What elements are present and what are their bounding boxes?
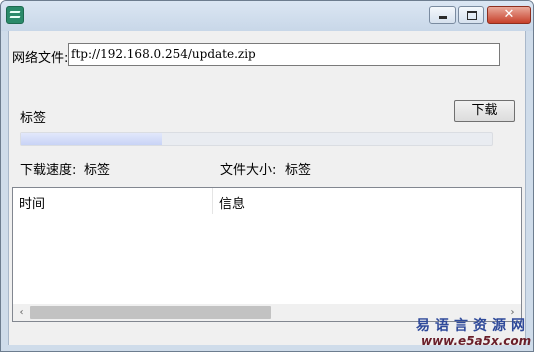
file-label: 网络文件: xyxy=(12,51,69,66)
status-label: 标签 xyxy=(20,111,47,126)
download-button[interactable]: 下载 xyxy=(454,100,515,122)
maximize-button[interactable] xyxy=(458,6,484,24)
log-list[interactable]: 时间 信息 ‹ › xyxy=(12,187,522,322)
maximize-icon xyxy=(467,11,477,20)
url-input[interactable]: ftp://192.168.0.254/update.zip xyxy=(68,43,500,66)
list-header: 时间 信息 xyxy=(13,188,521,214)
scroll-left-icon[interactable]: ‹ xyxy=(13,304,30,321)
progress-bar xyxy=(20,132,493,146)
size-value: 标签 xyxy=(285,163,312,178)
speed-value: 标签 xyxy=(84,163,111,178)
minimize-button[interactable] xyxy=(429,6,456,24)
column-header-label: 信息 xyxy=(219,197,246,212)
close-icon: ✕ xyxy=(503,7,515,22)
watermark-brand: 易语言资源网 xyxy=(416,318,530,334)
size-caption: 文件大小: xyxy=(220,163,277,178)
title-bar[interactable]: ✕ xyxy=(1,1,533,31)
column-header-time[interactable]: 时间 xyxy=(13,188,213,214)
minimize-icon xyxy=(439,16,447,19)
main-window: ✕ 网络文件: ftp://192.168.0.254/update.zip 标… xyxy=(0,0,534,352)
column-header-label: 时间 xyxy=(19,197,46,212)
close-button[interactable]: ✕ xyxy=(487,6,531,24)
column-header-info[interactable]: 信息 xyxy=(213,188,521,214)
scroll-thumb[interactable] xyxy=(30,306,271,319)
progress-fill xyxy=(21,133,162,145)
app-icon[interactable] xyxy=(6,6,24,24)
client-area: 网络文件: ftp://192.168.0.254/update.zip 标签 … xyxy=(8,31,526,345)
speed-caption: 下载速度: xyxy=(20,163,77,178)
watermark-url: www.e5a5x.com xyxy=(421,334,532,348)
